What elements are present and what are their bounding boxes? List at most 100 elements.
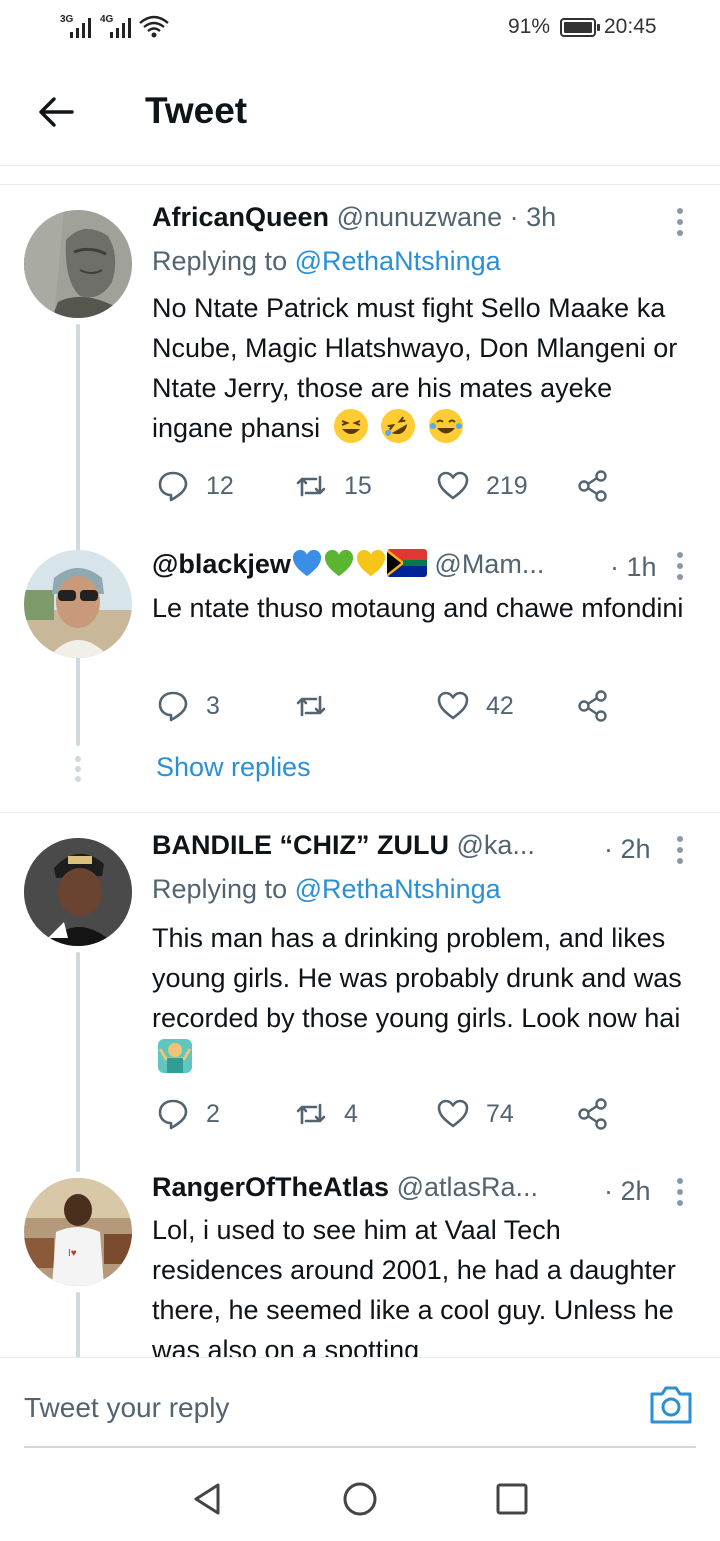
battery-percent: 91% <box>508 15 551 38</box>
reply-composer: Tweet your reply <box>0 1357 720 1449</box>
yellow-heart-emoji-icon <box>355 548 387 578</box>
tweet-header: @blackjew @Mam... <box>152 548 596 588</box>
mention-link[interactable]: @RethaNtshinga <box>295 246 501 276</box>
thread-line <box>76 1292 80 1357</box>
author-name[interactable]: @blackjew <box>152 549 291 579</box>
reply-count: 2 <box>206 1099 220 1128</box>
mention-link[interactable]: @RethaNtshinga <box>295 874 501 904</box>
reply-input-underline <box>24 1446 696 1448</box>
tears-of-joy-emoji-icon <box>428 409 463 443</box>
nav-recents-icon[interactable] <box>492 1479 532 1519</box>
like-button[interactable]: 74 <box>436 1094 514 1134</box>
reply-button[interactable]: 2 <box>156 1094 220 1134</box>
heart-icon <box>437 471 469 500</box>
back-arrow-icon[interactable] <box>34 90 78 134</box>
blue-heart-emoji-icon <box>291 548 323 578</box>
retweet-button[interactable] <box>294 686 344 726</box>
reply-icon <box>158 691 188 722</box>
replying-to: Replying to @RethaNtshinga <box>152 246 501 277</box>
avatar[interactable]: I♥ <box>24 1178 132 1286</box>
laughing-emoji-icon <box>333 409 368 443</box>
author-handle[interactable]: @nunuzwane <box>337 202 503 232</box>
like-button[interactable]: 42 <box>436 686 514 726</box>
replying-to-label: Replying to <box>152 246 288 276</box>
share-button[interactable] <box>576 1094 610 1134</box>
tweet-text: Lol, i used to see him at Vaal Tech resi… <box>152 1215 676 1357</box>
share-icon <box>578 1098 607 1130</box>
thread-line <box>76 664 80 746</box>
share-button[interactable] <box>576 466 610 506</box>
retweet-count: 4 <box>344 1099 358 1128</box>
status-bar: 3G 4G 91% 20:45 <box>0 0 720 56</box>
tweet-actions: 3 42 <box>152 686 622 726</box>
nav-back-icon[interactable] <box>188 1479 228 1519</box>
retweet-button[interactable]: 15 <box>294 466 372 506</box>
south-africa-flag-icon <box>386 549 427 577</box>
more-options-icon[interactable] <box>670 552 690 582</box>
reply-icon <box>158 471 188 502</box>
tweet-actions: 2 4 74 <box>152 1094 622 1134</box>
tweet-header: AfricanQueen @nunuzwane · 3h <box>152 202 660 242</box>
author-handle[interactable]: @Mam... <box>434 549 544 579</box>
battery-icon <box>560 18 600 37</box>
heart-icon <box>437 691 469 720</box>
nav-home-icon[interactable] <box>340 1479 380 1519</box>
share-icon <box>578 690 607 722</box>
reply-count: 12 <box>206 471 234 500</box>
divider <box>0 184 720 185</box>
share-icon <box>578 470 607 502</box>
reply-button[interactable]: 12 <box>156 466 234 506</box>
rofl-emoji-icon <box>374 402 422 450</box>
reply-input[interactable]: Tweet your reply <box>24 1392 229 1424</box>
like-count: 219 <box>486 471 528 500</box>
like-count: 74 <box>486 1099 514 1128</box>
replying-to-label: Replying to <box>152 874 288 904</box>
signal-strength-icon-2 <box>110 16 138 38</box>
avatar[interactable] <box>24 550 132 658</box>
tweet-text: No Ntate Patrick must fight Sello Maake … <box>152 288 697 450</box>
share-button[interactable] <box>576 686 610 726</box>
retweet-button[interactable]: 4 <box>294 1094 358 1134</box>
tweet-time: · 3h <box>509 202 557 232</box>
tweet-text: This man has a drinking problem, and lik… <box>152 918 697 1078</box>
svg-text:I♥: I♥ <box>68 1248 77 1259</box>
author-name[interactable]: BANDILE “CHIZ” ZULU <box>152 830 449 860</box>
reply-count: 3 <box>206 691 220 720</box>
author-name[interactable]: AfricanQueen <box>152 202 329 232</box>
green-heart-emoji-icon <box>323 548 355 578</box>
more-options-icon[interactable] <box>670 1178 690 1208</box>
thread-line <box>76 952 80 1172</box>
reply-button[interactable]: 3 <box>156 686 220 726</box>
heart-icon <box>437 1099 469 1128</box>
divider <box>0 812 720 813</box>
retweet-icon <box>296 1103 326 1125</box>
more-options-icon[interactable] <box>670 836 690 866</box>
avatar[interactable] <box>24 838 132 946</box>
tweet-rangeroftheatlas[interactable]: I♥ RangerOfTheAtlas @atlasRa... · 2h Lol… <box>0 1156 720 1357</box>
header: Tweet <box>0 56 720 166</box>
author-handle[interactable]: @atlasRa... <box>397 1172 538 1202</box>
clock: 20:45 <box>604 15 657 38</box>
author-name[interactable]: RangerOfTheAtlas <box>152 1172 389 1202</box>
tweet-text: Le ntate thuso motaung and chawe mfondin… <box>152 593 684 623</box>
thread-continuation-dots <box>74 756 82 782</box>
page-title: Tweet <box>145 90 248 131</box>
avatar[interactable] <box>24 210 132 318</box>
retweet-icon <box>296 475 326 497</box>
like-button[interactable]: 219 <box>436 466 528 506</box>
shrug-emoji-icon <box>158 1039 192 1073</box>
tweet-time: · 2h <box>604 834 651 864</box>
tweet-time: · 2h <box>604 1176 651 1206</box>
tweet-text-content: This man has a drinking problem, and lik… <box>152 923 682 1033</box>
reply-icon <box>158 1099 188 1130</box>
replying-to: Replying to @RethaNtshinga <box>152 874 501 905</box>
retweet-icon <box>296 695 326 717</box>
tweet-header: BANDILE “CHIZ” ZULU @ka... <box>152 830 596 870</box>
tweet-time: · 1h <box>610 552 657 582</box>
author-handle[interactable]: @ka... <box>457 830 535 860</box>
camera-icon[interactable] <box>648 1384 694 1426</box>
like-count: 42 <box>486 691 514 720</box>
signal-strength-icon <box>70 16 98 38</box>
show-replies-link[interactable]: Show replies <box>156 752 311 783</box>
more-options-icon[interactable] <box>670 208 690 238</box>
